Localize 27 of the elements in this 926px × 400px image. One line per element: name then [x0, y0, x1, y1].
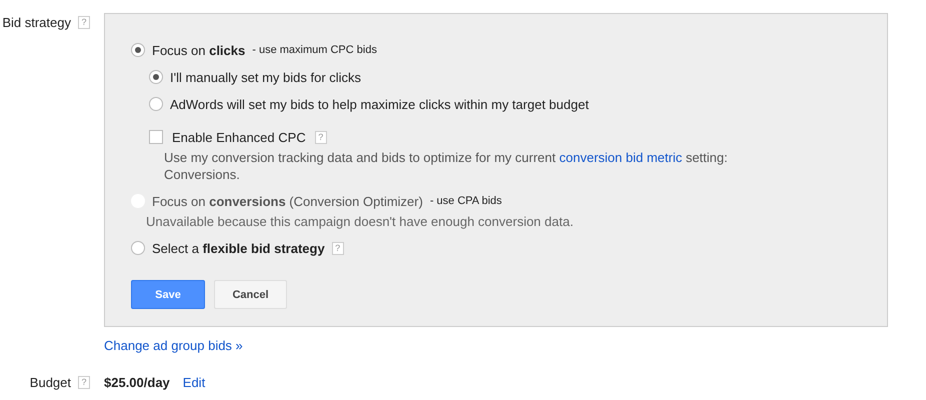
help-icon[interactable]: ? — [78, 16, 90, 29]
help-icon[interactable]: ? — [332, 242, 344, 254]
checkbox-label: Enable Enhanced CPC — [172, 130, 306, 144]
budget-value: $25.00/day — [104, 375, 170, 390]
option-label: Select a flexible bid strategy — [152, 240, 325, 256]
radio-button[interactable] — [131, 43, 145, 57]
help-icon[interactable]: ? — [314, 130, 327, 144]
cancel-button[interactable]: Cancel — [214, 280, 287, 309]
save-button[interactable]: Save — [131, 280, 205, 309]
change-bids-link[interactable]: Change ad group bids » — [104, 338, 243, 353]
option-note: - use CPA bids — [430, 195, 502, 207]
field-label: Bid strategy — [2, 15, 71, 30]
option-label: Focus on clicks — [152, 42, 246, 58]
option-label: Focus on conversions (Conversion Optimizer) — [152, 194, 423, 208]
help-icon[interactable]: ? — [78, 376, 90, 389]
field-label: Budget — [30, 375, 71, 390]
option-note: - use maximum CPC bids — [252, 44, 377, 56]
option-label: I'll manually set my bids for clicks — [170, 70, 362, 84]
radio-button[interactable] — [131, 241, 145, 255]
option-label: AdWords will set my bids to help maximize clicks within my target budget — [170, 96, 589, 112]
radio-button[interactable] — [149, 97, 163, 111]
edit-link[interactable]: Edit — [182, 375, 206, 390]
radio-button[interactable] — [149, 70, 163, 84]
checkbox[interactable] — [149, 130, 163, 144]
option-description: Use my conversion tracking data and bids to optimize for my current conversion bid metric setting: Conversions. — [164, 149, 729, 183]
metric-link[interactable]: conversion bid metric — [559, 150, 682, 165]
option-description: Unavailable because this campaign doesn't have enough conversion data. — [146, 213, 574, 230]
